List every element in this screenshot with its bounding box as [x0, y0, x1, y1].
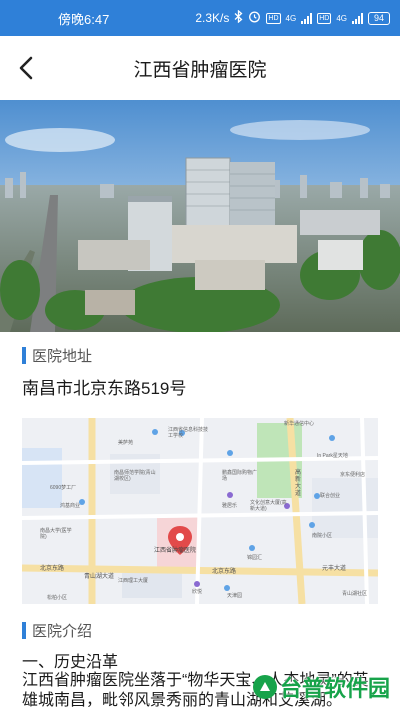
sim2-label: 4G	[336, 13, 347, 23]
map-label-poi: 鸿基商业	[60, 503, 81, 509]
map-label-poi: 6090梦工厂	[50, 485, 77, 491]
map-label-poi: 南昌师范学院(青山湖校区)	[114, 470, 156, 482]
page-title: 江西省肿瘤医院	[133, 59, 267, 81]
map-label-poi: 联合创业	[320, 493, 341, 499]
map-label-road: 北京东路	[40, 566, 65, 572]
hospital-photo	[0, 100, 400, 332]
nav-bar: 江西省肿瘤医院	[0, 36, 400, 100]
sim1-label: 4G	[285, 13, 297, 23]
hd-icon: HD	[317, 12, 332, 24]
bluetooth-icon	[234, 9, 243, 26]
map-label-poi: 江西省信息科技技工学校	[168, 427, 209, 439]
watermark-logo-icon	[252, 675, 277, 699]
watermark-text: 台普软件园	[279, 676, 390, 701]
map-label-poi: 南昌大学(医学院)	[40, 528, 72, 540]
back-button[interactable]	[12, 54, 40, 82]
map-label-poi: 新华通信中心	[284, 421, 315, 427]
status-icons: 2.3K/s HD 4G HD 4G 94	[195, 9, 390, 26]
map-label-road: 北京东路	[212, 569, 237, 575]
map-label-poi: 松柏小区	[47, 595, 68, 601]
intro-heading-label: 医院介绍	[32, 623, 93, 640]
address-section-heading: 医院地址	[22, 345, 92, 366]
signal-icon	[352, 12, 363, 24]
map-label-poi: 江西理工大厦	[118, 578, 149, 584]
map-label-road: 青山湖大道	[84, 574, 115, 580]
status-time: 傍晚6:47	[58, 11, 110, 27]
signal-icon	[301, 12, 313, 24]
map-label-poi: 南院小区	[312, 533, 333, 539]
section-accent-bar	[22, 622, 26, 639]
chevron-left-icon	[19, 56, 33, 80]
location-map[interactable]: 江西省肿瘤医院 北京东路 北京东路 高新大道 青山湖大道 元丰大道 鹏鑫国际购物…	[22, 418, 378, 604]
battery-icon: 94	[368, 11, 390, 25]
map-label-poi: 鹏鑫国际购物广场	[222, 470, 258, 482]
watermark: 台普软件园	[252, 671, 390, 703]
map-label-road: 高新大道	[295, 470, 302, 497]
map-label-poi: 天津园	[227, 593, 243, 599]
map-label-poi: 美萨苑	[118, 440, 134, 446]
hd-icon: HD	[266, 12, 281, 24]
map-label-poi: 雅居乐	[222, 503, 238, 509]
map-label-hospital: 江西省肿瘤医院	[154, 548, 197, 554]
intro-section-heading: 医院介绍	[22, 620, 92, 641]
section-accent-bar	[22, 347, 26, 364]
hospital-address: 南昌市北京东路519号	[22, 379, 187, 398]
map-label-poi: 京东便利店	[340, 472, 366, 478]
map-label-poi: In Park星天地	[317, 453, 348, 459]
net-speed: 2.3K/s	[195, 11, 230, 25]
map-label-poi: 欣悦	[192, 589, 203, 595]
address-heading-label: 医院地址	[32, 348, 93, 365]
alarm-icon	[248, 10, 261, 26]
map-label-poi: 青山湖社区	[342, 591, 368, 597]
history-subheading: 一、历史沿革	[22, 654, 119, 671]
map-label-road: 元丰大道	[322, 566, 347, 572]
status-bar: 傍晚6:47 2.3K/s HD 4G HD 4G 94	[0, 0, 400, 36]
map-label-poi: 文化创意大厦(高新大道)	[250, 500, 287, 512]
map-label-poi: 锦园汇	[247, 555, 263, 561]
